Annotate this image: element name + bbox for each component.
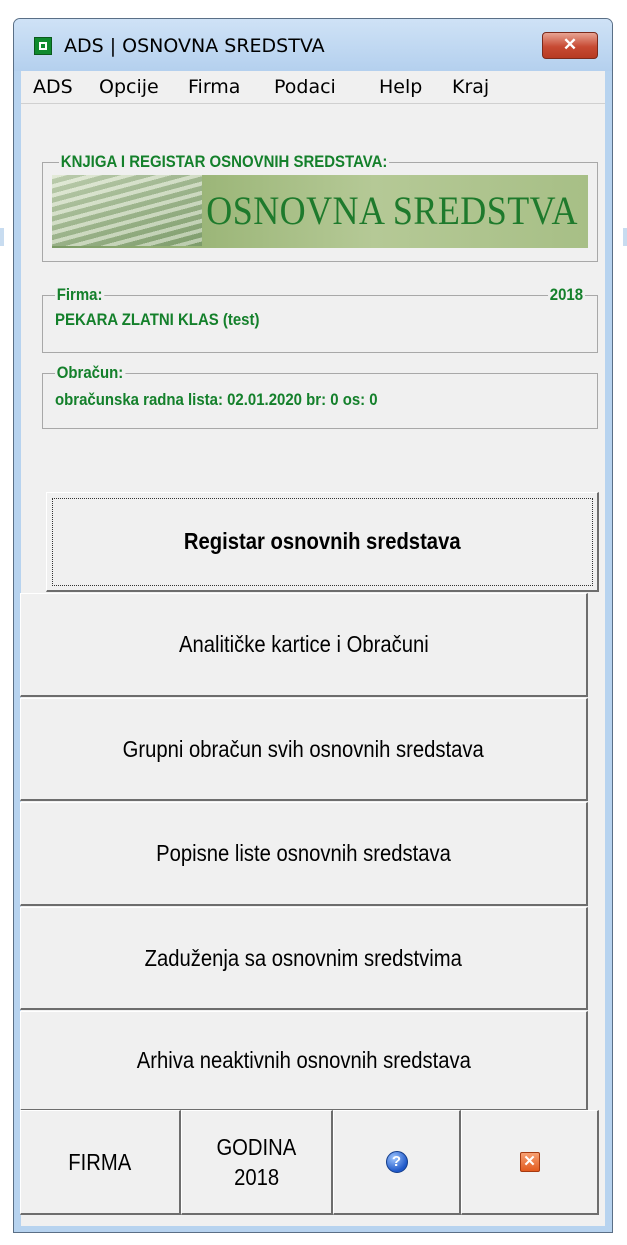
- banner-image: OSNOVNA SREDSTVA: [52, 175, 588, 248]
- arhiva-label: Arhiva neaktivnih osnovnih sredstava: [136, 1047, 471, 1073]
- godina-button-year: 2018: [233, 1164, 280, 1190]
- app-icon: [34, 37, 52, 55]
- firma-button[interactable]: FIRMA: [20, 1110, 181, 1215]
- help-icon: ?: [385, 1151, 408, 1173]
- left-edge-mark: [0, 228, 4, 246]
- window-title: ADS | OSNOVNA SREDSTVA: [64, 35, 325, 57]
- obracun-group: Obračun: obračunska radna lista: 02.01.2…: [42, 363, 598, 429]
- arhiva-button[interactable]: Arhiva neaktivnih osnovnih sredstava: [20, 1011, 588, 1111]
- grupni-obracun-label: Grupni obračun svih osnovnih sredstava: [122, 735, 485, 762]
- firma-button-label: FIRMA: [68, 1149, 132, 1175]
- firma-group: Firma: 2018 PEKARA ZLATNI KLAS (test): [42, 285, 598, 353]
- menu-ads[interactable]: ADS: [33, 76, 73, 98]
- window-close-button[interactable]: ✕: [542, 32, 598, 59]
- help-button[interactable]: ?: [333, 1110, 461, 1215]
- menu-firma[interactable]: Firma: [188, 76, 240, 98]
- book-legend: KNJIGA I REGISTAR OSNOVNIH SREDSTAVA:: [59, 152, 390, 172]
- obracun-value: obračunska radna lista: 02.01.2020 br: 0…: [55, 390, 378, 409]
- title-bar[interactable]: ADS | OSNOVNA SREDSTVA ✕: [14, 19, 612, 71]
- zaduzenja-button[interactable]: Zaduženja sa osnovnim sredstvima: [20, 907, 588, 1010]
- popisne-liste-button[interactable]: Popisne liste osnovnih sredstava: [20, 802, 588, 906]
- firma-year: 2018: [548, 285, 585, 305]
- zaduzenja-label: Zaduženja sa osnovnim sredstvima: [144, 944, 463, 971]
- menu-bar: ADS Opcije Firma Podaci Help Kraj: [21, 71, 605, 104]
- analiticke-kartice-label: Analitičke kartice i Obračuni: [178, 631, 429, 657]
- firma-name: PEKARA ZLATNI KLAS (test): [55, 310, 260, 329]
- popisne-liste-label: Popisne liste osnovnih sredstava: [156, 840, 451, 866]
- menu-podaci[interactable]: Podaci: [274, 76, 336, 98]
- grupni-obracun-button[interactable]: Grupni obračun svih osnovnih sredstava: [20, 698, 588, 801]
- godina-button-label: GODINA: [216, 1134, 297, 1160]
- firma-legend: Firma:: [55, 285, 105, 305]
- menu-kraj[interactable]: Kraj: [452, 76, 489, 98]
- menu-opcije[interactable]: Opcije: [99, 76, 159, 98]
- godina-button[interactable]: GODINA 2018: [181, 1110, 333, 1215]
- exit-icon: ✕: [519, 1152, 540, 1172]
- money-stack-image: [52, 175, 202, 246]
- right-edge-mark: [623, 228, 627, 246]
- menu-help[interactable]: Help: [379, 76, 422, 98]
- exit-button[interactable]: ✕: [461, 1110, 599, 1215]
- registar-button[interactable]: Registar osnovnih sredstava: [46, 492, 599, 592]
- obracun-legend: Obračun:: [55, 363, 126, 383]
- registar-button-label: Registar osnovnih sredstava: [183, 528, 461, 554]
- analiticke-kartice-button[interactable]: Analitičke kartice i Obračuni: [20, 593, 588, 697]
- banner-title: OSNOVNA SREDSTVA: [206, 188, 578, 233]
